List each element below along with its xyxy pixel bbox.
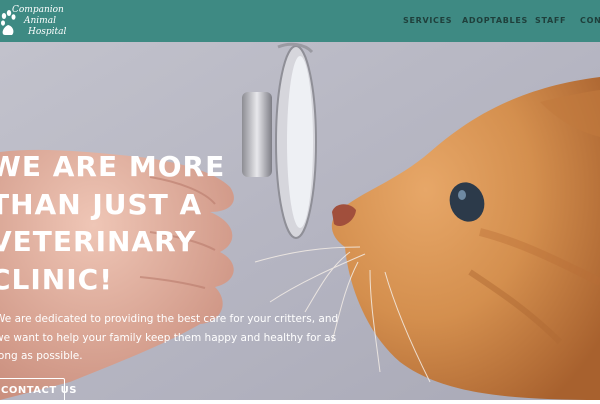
- headline-line-4: CLINIC!: [0, 262, 113, 296]
- brand-line-3: Hospital: [28, 27, 67, 37]
- description-line-2: we want to help your family keep them ha…: [0, 331, 337, 344]
- description-line-3: long as possible.: [0, 350, 83, 362]
- main-nav: SERVICES ADOPTABLES STAFF CONTACT: [0, 16, 600, 28]
- headline-line-2: THAN JUST A: [0, 187, 203, 221]
- contact-us-button[interactable]: CONTACT US: [0, 378, 76, 404]
- nav-adoptables[interactable]: ADOPTABLES: [462, 16, 528, 25]
- nav-contact[interactable]: CONTACT: [580, 16, 600, 25]
- nav-services[interactable]: SERVICES: [403, 16, 452, 25]
- brand-line-1: Companion: [12, 5, 64, 15]
- site-header: Companion Animal Hospital SERVICES ADOPT…: [0, 0, 600, 42]
- hero-description: We are dedicated to providing the best c…: [0, 310, 339, 366]
- headline-line-1: WE ARE MORE: [0, 150, 226, 183]
- headline-line-3: VETERINARY: [0, 225, 197, 258]
- nav-staff[interactable]: STAFF: [535, 16, 566, 25]
- description-line-1: We are dedicated to providing the best c…: [0, 313, 339, 325]
- hero-headline: WE ARE MORE THAN JUST A VETERINARY CLINI…: [0, 148, 250, 298]
